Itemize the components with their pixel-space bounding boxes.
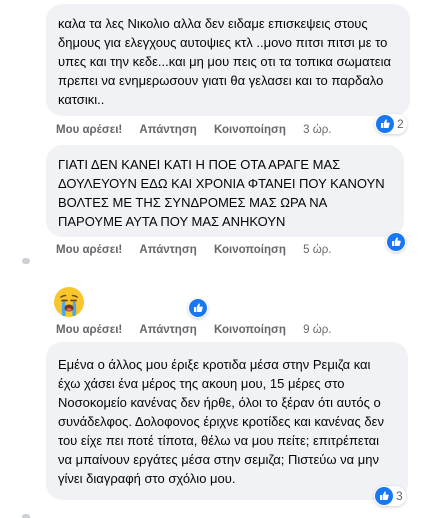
comment-text: Εμένα ο άλλος μου έριξε κροτιδα μέσα στη…: [58, 357, 384, 486]
comment-actions: Μου αρέσει! Απάντηση Κοινοποίηση 3 ώρ.: [56, 122, 331, 138]
share-button[interactable]: Κοινοποίηση: [214, 244, 286, 256]
reply-button[interactable]: Απάντηση: [139, 324, 196, 336]
reply-button[interactable]: Απάντηση: [139, 124, 196, 136]
comment-4: Εμένα ο άλλος μου έριξε κροτιδα μέσα στη…: [0, 340, 429, 518]
timestamp[interactable]: 9 ώρ.: [303, 324, 331, 336]
timestamp[interactable]: 3 ώρ.: [303, 124, 331, 136]
like-button[interactable]: Μου αρέσει!: [56, 324, 122, 336]
comment-actions: Μου αρέσει! Απάντηση Κοινοποίηση 5 ώρ.: [56, 242, 331, 258]
reaction-summary[interactable]: 2: [375, 114, 407, 134]
comment-2: ΓΙΑΤΙ ΔΕΝ ΚΑΝΕΙ ΚΑΤΙ Η ΠΟΕ ΟΤΑ ΑΡΑΓΕ ΜΑΣ…: [0, 140, 429, 265]
comment-text: καλα τα λες Νικολιο αλλα δεν ειδαμε επισ…: [58, 16, 392, 107]
timestamp[interactable]: 5 ώρ.: [303, 244, 331, 256]
comment-text: ΓΙΑΤΙ ΔΕΝ ΚΑΝΕΙ ΚΑΤΙ Η ΠΟΕ ΟΤΑ ΑΡΑΓΕ ΜΑΣ…: [58, 157, 385, 229]
reaction-count: 2: [397, 117, 404, 131]
like-icon: [375, 487, 393, 505]
share-button[interactable]: Κοινοποίηση: [214, 124, 286, 136]
avatar-partial: [22, 514, 30, 518]
reaction-summary[interactable]: 3: [374, 486, 406, 506]
comment-bubble: Εμένα ο άλλος μου έριξε κροτιδα μέσα στη…: [46, 342, 408, 500]
comment-bubble: ΓΙΑΤΙ ΔΕΝ ΚΑΝΕΙ ΚΑΤΙ Η ΠΟΕ ΟΤΑ ΑΡΑΓΕ ΜΑΣ…: [46, 145, 404, 237]
like-button[interactable]: Μου αρέσει!: [56, 244, 122, 256]
reply-button[interactable]: Απάντηση: [139, 244, 196, 256]
reaction-count: 3: [396, 489, 403, 503]
avatar-partial: [22, 258, 30, 264]
comment-3: Μου αρέσει! Απάντηση Κοινοποίηση 9 ώρ.: [0, 270, 429, 340]
like-icon: [387, 233, 405, 251]
reaction-summary[interactable]: [188, 298, 208, 318]
loudly-crying-face-icon: [54, 287, 84, 317]
like-icon: [189, 299, 207, 317]
reaction-summary[interactable]: [386, 232, 406, 252]
share-button[interactable]: Κοινοποίηση: [214, 324, 286, 336]
like-button[interactable]: Μου αρέσει!: [56, 124, 122, 136]
comment-1: καλα τα λες Νικολιο αλλα δεν ειδαμε επισ…: [0, 0, 429, 140]
comment-actions: Μου αρέσει! Απάντηση Κοινοποίηση 9 ώρ.: [56, 322, 331, 338]
like-icon: [376, 115, 394, 133]
comment-bubble: καλα τα λες Νικολιο αλλα δεν ειδαμε επισ…: [46, 4, 410, 116]
